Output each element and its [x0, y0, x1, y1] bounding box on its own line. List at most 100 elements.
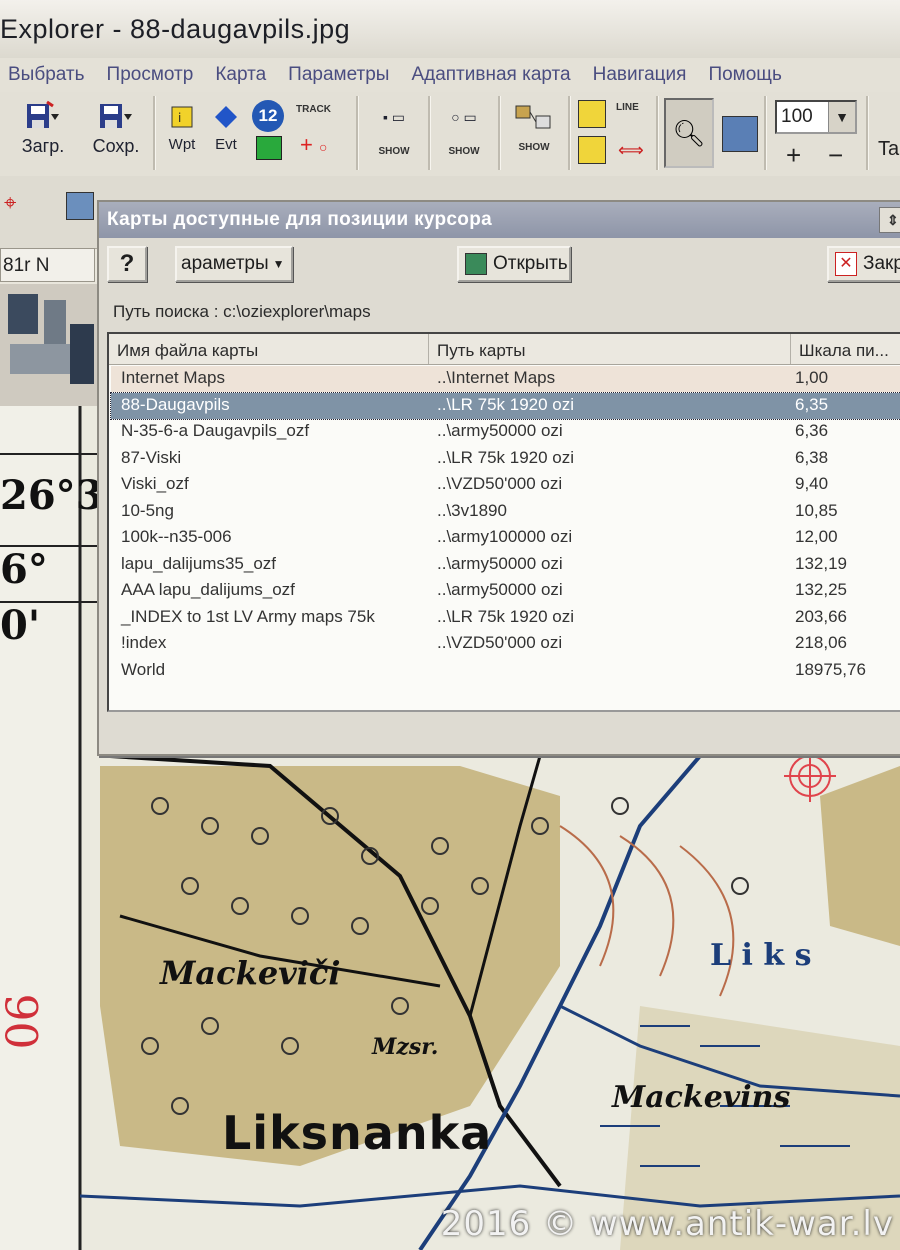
show-label-3: SHOW	[518, 142, 550, 153]
zoom-out-button[interactable]: −	[828, 140, 843, 171]
menu-map[interactable]: Карта	[204, 64, 277, 86]
show-route-button[interactable]: SHOW	[506, 98, 562, 168]
toolbar-separator	[356, 96, 359, 170]
cell-name: Internet Maps	[121, 368, 225, 387]
toolbar-separator	[764, 96, 767, 170]
cell-scale: 1,00	[795, 368, 829, 387]
map-window-icon[interactable]	[722, 116, 758, 152]
cell-path: ..\LR 75k 1920 ozi	[437, 606, 575, 626]
cell-path: ..\Internet Maps	[437, 368, 556, 387]
show-label: SHOW	[378, 146, 410, 157]
list-item[interactable]: Viski_ozf ..\VZD50'000 ozi 9,40	[111, 472, 900, 498]
parameters-dropdown[interactable]: араметры ▼	[175, 246, 293, 282]
map-degree-label-3: 0'	[0, 602, 41, 649]
save-label: Сохр.	[92, 136, 140, 156]
open-button[interactable]: Открыть	[457, 246, 571, 282]
save-button[interactable]: Сохр.	[86, 98, 146, 168]
svg-text:i: i	[178, 111, 181, 125]
map-label-mzsr: Mzsr.	[372, 1034, 439, 1060]
green-box-icon[interactable]	[256, 136, 282, 160]
help-icon: ?	[119, 250, 135, 277]
overview-thumbnail[interactable]	[0, 284, 101, 406]
chevron-updown-icon[interactable]: ⇕	[879, 207, 900, 233]
cell-scale: 6,38	[795, 447, 829, 467]
zoom-select[interactable]: 100 ▼	[775, 100, 857, 134]
toolbar-separator	[866, 96, 869, 170]
cell-path: ..\army50000 ozi	[437, 553, 563, 573]
list-item[interactable]: !index ..\VZD50'000 ozi 218,06	[111, 631, 900, 657]
map-pin-icon[interactable]: ⌖	[4, 190, 28, 224]
menu-adaptive-map[interactable]: Адаптивная карта	[400, 64, 581, 86]
parameters-label: араметры	[181, 253, 269, 274]
cell-name: Viski_ozf	[121, 474, 189, 493]
list-item[interactable]: 100k--n35-006 ..\army100000 ozi 12,00	[111, 525, 900, 551]
menu-select[interactable]: Выбрать	[0, 64, 96, 86]
zoom-in-button[interactable]: +	[786, 140, 801, 171]
list-item[interactable]: Internet Maps ..\Internet Maps 1,00	[111, 366, 900, 392]
ruler-icon[interactable]: ⟺	[618, 140, 644, 161]
track-label[interactable]: TRACK	[296, 104, 331, 115]
page-icon[interactable]	[578, 100, 606, 128]
toolbar-separator	[498, 96, 501, 170]
caret-down-icon: ▼	[272, 257, 285, 271]
cell-path: ..\VZD50'000 ozi	[437, 474, 563, 493]
event-button[interactable]: Evt	[208, 98, 244, 168]
menu-bar: Выбрать Просмотр Карта Параметры Адаптив…	[0, 58, 900, 93]
zoom-tool-button[interactable]: 🔍︎	[664, 98, 714, 168]
map-label-mackevici: Mackeviči	[160, 954, 341, 992]
close-button[interactable]: ✕ Закр	[827, 246, 900, 282]
plus-red-icon[interactable]: + ○	[300, 132, 327, 158]
load-button[interactable]: Загр.	[14, 98, 72, 168]
cell-path: ..\LR 75k 1920 ozi	[437, 447, 575, 467]
cell-name: AAA lapu_dalijums_ozf	[121, 580, 295, 599]
evt-label: Evt	[215, 136, 237, 153]
image-icon[interactable]	[66, 192, 94, 220]
column-header-path[interactable]: Путь карты	[429, 334, 791, 364]
show-waypoints-button[interactable]: ▪ ▭ SHOW	[366, 98, 422, 168]
show-events-button[interactable]: ○ ▭ SHOW	[436, 98, 492, 168]
oziexplorer-window: Explorer - 88-daugavpils.jpg Выбрать Про…	[0, 0, 900, 1250]
disk-open-icon	[23, 98, 63, 136]
page-measure-icon[interactable]	[578, 136, 606, 164]
cell-path: ..\army100000 ozi	[437, 527, 573, 546]
maps-list[interactable]: Имя файла карты Путь карты Шкала пи... I…	[107, 332, 900, 712]
list-item[interactable]: N-35-6-a Daugavpils_ozf ..\army50000 ozi 6…	[111, 419, 900, 445]
search-path-text: Путь поиска : c:\oziexplorer\maps	[113, 302, 371, 321]
cell-name: World	[121, 659, 166, 679]
coordinate-readout: 81r N	[0, 248, 95, 282]
column-header-filename[interactable]: Имя файла карты	[109, 334, 429, 364]
waypoint-button[interactable]: i Wpt	[164, 98, 200, 168]
menu-parameters[interactable]: Параметры	[277, 64, 400, 86]
chevron-down-icon[interactable]: ▼	[828, 102, 855, 132]
cell-path: ..\army50000 ozi	[437, 421, 563, 440]
cell-name: 100k--n35-006	[121, 527, 232, 546]
cell-scale: 12,00	[795, 527, 838, 546]
list-header: Имя файла карты Путь карты Шкала пи...	[109, 334, 900, 365]
map-label-mackevins: Mackevins	[612, 1080, 791, 1115]
cell-name: N-35-6-a Daugavpils_ozf	[121, 421, 310, 440]
list-item[interactable]: World 18975,76	[111, 658, 900, 684]
dialog-title-bar[interactable]: Карты доступные для позиции курсора ⇕	[99, 202, 900, 238]
cell-scale: 10,85	[795, 500, 838, 520]
list-item[interactable]: _INDEX to 1st LV Army maps 75k ..\LR 75k …	[111, 605, 900, 631]
column-header-scale[interactable]: Шкала пи...	[791, 334, 900, 364]
list-item[interactable]: AAA lapu_dalijums_ozf ..\army50000 ozi 132…	[111, 578, 900, 604]
help-button[interactable]: ?	[107, 246, 147, 282]
list-item[interactable]: 88-Daugavpils ..\LR 75k 1920 ozi 6,35	[110, 391, 900, 420]
menu-help[interactable]: Помощь	[697, 64, 792, 86]
load-label: Загр.	[21, 136, 65, 156]
map-degree-label: 26°3	[0, 472, 104, 519]
list-item[interactable]: lapu_dalijums35_ozf ..\army50000 ozi 132,1…	[111, 552, 900, 578]
list-item[interactable]: 10-5ng ..\3v1890 10,85	[111, 499, 900, 525]
cell-name: !index	[121, 633, 167, 652]
available-maps-dialog: Карты доступные для позиции курсора ⇕ ? …	[97, 200, 900, 756]
menu-navigation[interactable]: Навигация	[582, 64, 698, 86]
menu-view[interactable]: Просмотр	[96, 64, 205, 86]
zoom-value: 100	[781, 106, 813, 127]
map-label-liksnanka: Liksnanka	[222, 1106, 493, 1160]
list-item[interactable]: 87-Viski ..\LR 75k 1920 ozi 6,38	[111, 446, 900, 472]
close-icon: ✕	[835, 252, 857, 276]
number-badge-icon[interactable]: 12	[252, 100, 284, 132]
cell-name: 87-Viski	[121, 447, 182, 467]
line-label[interactable]: LINE	[616, 102, 639, 113]
